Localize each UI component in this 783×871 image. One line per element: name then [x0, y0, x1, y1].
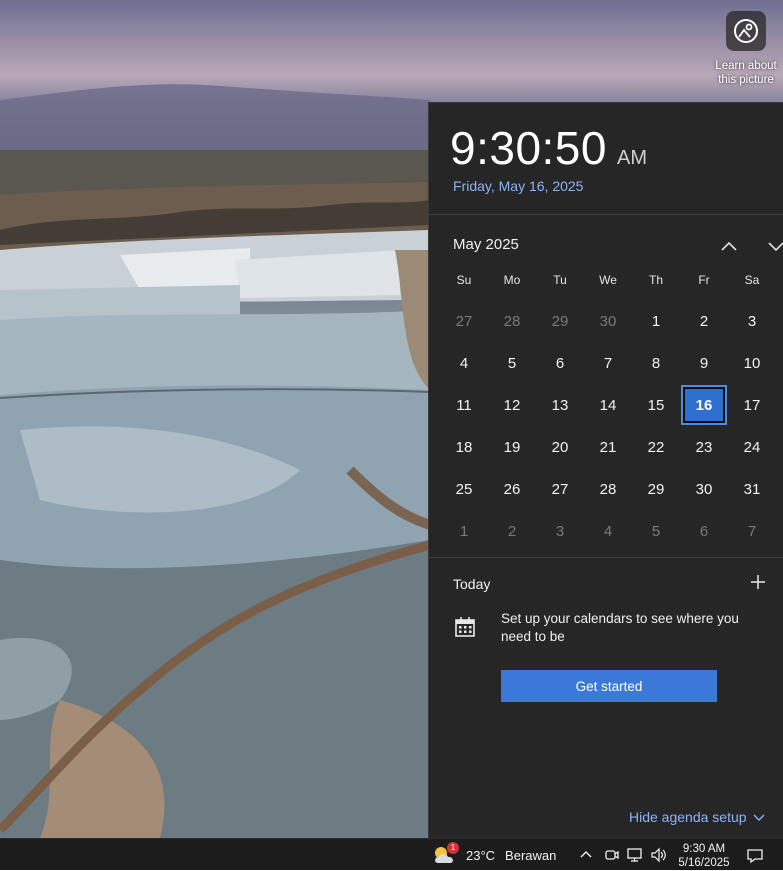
weather-condition: Berawan	[505, 847, 557, 863]
calendar-day[interactable]: 8	[632, 342, 680, 384]
full-date-link[interactable]: Friday, May 16, 2025	[453, 178, 583, 194]
calendar-section: May 2025 Su Mo Tu We Th Fr Sa 27 28 29 3…	[429, 215, 783, 558]
calendar-day[interactable]: 10	[728, 342, 776, 384]
calendar-day[interactable]: 1	[440, 510, 488, 552]
volume-icon[interactable]	[650, 847, 668, 863]
calendar-day[interactable]: 22	[632, 426, 680, 468]
calendar-day[interactable]: 2	[680, 300, 728, 342]
calendar-day[interactable]: 18	[440, 426, 488, 468]
weekday-label: We	[599, 273, 617, 287]
calendar-day[interactable]: 3	[728, 300, 776, 342]
calendar-day[interactable]: 28	[488, 300, 536, 342]
weather-temperature: 23°C	[466, 847, 496, 863]
notification-center-button[interactable]	[746, 848, 764, 864]
learn-about-label: Learn about this picture	[715, 60, 777, 86]
calendar-day[interactable]: 27	[536, 468, 584, 510]
calendar-day[interactable]: 1	[632, 300, 680, 342]
chevron-up-icon	[580, 851, 592, 858]
weekday-header-row: Su Mo Tu We Th Fr Sa	[440, 273, 776, 287]
weekday-label: Tu	[553, 273, 567, 287]
calendar-day[interactable]: 14	[584, 384, 632, 426]
calendar-day[interactable]: 9	[680, 342, 728, 384]
calendar-day[interactable]: 13	[536, 384, 584, 426]
weekday-label: Su	[456, 273, 472, 287]
calendar-day[interactable]: 11	[440, 384, 488, 426]
calendar-day[interactable]: 6	[680, 510, 728, 552]
calendar-day[interactable]: 28	[584, 468, 632, 510]
get-started-button[interactable]: Get started	[501, 670, 717, 702]
clock-section: 9:30:50 AM Friday, May 16, 2025	[429, 103, 783, 215]
agenda-section: Today Set up your calendars to see where…	[429, 558, 783, 840]
notification-icon	[747, 849, 763, 864]
calendar-day[interactable]: 27	[440, 300, 488, 342]
calendar-day[interactable]: 20	[536, 426, 584, 468]
weekday-label: Mo	[503, 273, 521, 287]
show-hidden-icons-button[interactable]	[579, 847, 597, 863]
weather-alert-badge: 1	[447, 842, 459, 854]
hide-agenda-label: Hide agenda setup	[629, 809, 747, 825]
calendar-day[interactable]: 24	[728, 426, 776, 468]
clock-calendar-flyout: 9:30:50 AM Friday, May 16, 2025 May 2025…	[428, 102, 783, 838]
calendar-day[interactable]: 5	[632, 510, 680, 552]
calendar-day[interactable]: 17	[728, 384, 776, 426]
calendar-day[interactable]: 31	[728, 468, 776, 510]
calendar-day[interactable]: 3	[536, 510, 584, 552]
calendar-day[interactable]: 4	[440, 342, 488, 384]
time-display: 9:30:50 AM	[450, 121, 647, 175]
calendar-day[interactable]: 30	[584, 300, 632, 342]
weekday-label: Fr	[698, 273, 710, 287]
calendar-day[interactable]: 7	[584, 342, 632, 384]
time-digits: 9:30:50	[450, 122, 607, 174]
calendar-day[interactable]: 12	[488, 384, 536, 426]
partly-cloudy-icon: 1	[432, 842, 459, 866]
weekday-label: Th	[648, 273, 663, 287]
month-label[interactable]: May 2025	[453, 236, 519, 253]
chevron-down-icon	[768, 242, 783, 252]
plus-icon	[751, 575, 765, 589]
calendar-setup-message: Set up your calendars to see where you n…	[501, 611, 739, 644]
previous-month-button[interactable]	[718, 235, 740, 257]
agenda-today-label: Today	[453, 576, 491, 592]
calendar-day[interactable]: 2	[488, 510, 536, 552]
weekday-label: Sa	[744, 273, 760, 287]
taskbar-clock[interactable]: 9:30 AM 5/16/2025	[673, 842, 735, 870]
chevron-up-icon	[721, 241, 737, 251]
calendar-day[interactable]: 7	[728, 510, 776, 552]
calendar-header: May 2025	[453, 236, 783, 256]
weather-widget[interactable]: 1 23°C Berawan	[432, 842, 557, 866]
hide-agenda-setup-link[interactable]: Hide agenda setup	[629, 809, 765, 825]
calendar-icon	[453, 615, 477, 639]
calendar-day[interactable]: 6	[536, 342, 584, 384]
calendar-day[interactable]: 29	[536, 300, 584, 342]
calendar-day[interactable]: 19	[488, 426, 536, 468]
calendar-day[interactable]: 26	[488, 468, 536, 510]
taskbar: 1 23°C Berawan 9:30 AM 5/16/2025	[0, 838, 783, 870]
meet-now-icon[interactable]	[604, 847, 622, 863]
calendar-day[interactable]: 30	[680, 468, 728, 510]
calendar-day[interactable]: 15	[632, 384, 680, 426]
learn-about-picture[interactable]: Learn about this picture	[712, 11, 780, 87]
time-ampm: AM	[616, 147, 647, 169]
calendar-day[interactable]: 29	[632, 468, 680, 510]
camera-info-icon	[726, 11, 766, 51]
chevron-down-icon	[753, 814, 765, 821]
add-event-button[interactable]	[749, 573, 767, 591]
calendar-day-grid: 27 28 29 30 1 2 3 4 5 6 7 8 9 10 11 12 1…	[440, 300, 776, 552]
calendar-day[interactable]: 5	[488, 342, 536, 384]
calendar-day[interactable]: 4	[584, 510, 632, 552]
calendar-day[interactable]: 25	[440, 468, 488, 510]
network-icon[interactable]	[626, 847, 644, 863]
next-month-button[interactable]	[765, 235, 783, 257]
calendar-day[interactable]: 23	[680, 426, 728, 468]
taskbar-date: 5/16/2025	[678, 857, 730, 869]
taskbar-time: 9:30 AM	[682, 843, 726, 855]
calendar-day[interactable]: 21	[584, 426, 632, 468]
calendar-day-today[interactable]: 16	[681, 385, 727, 425]
